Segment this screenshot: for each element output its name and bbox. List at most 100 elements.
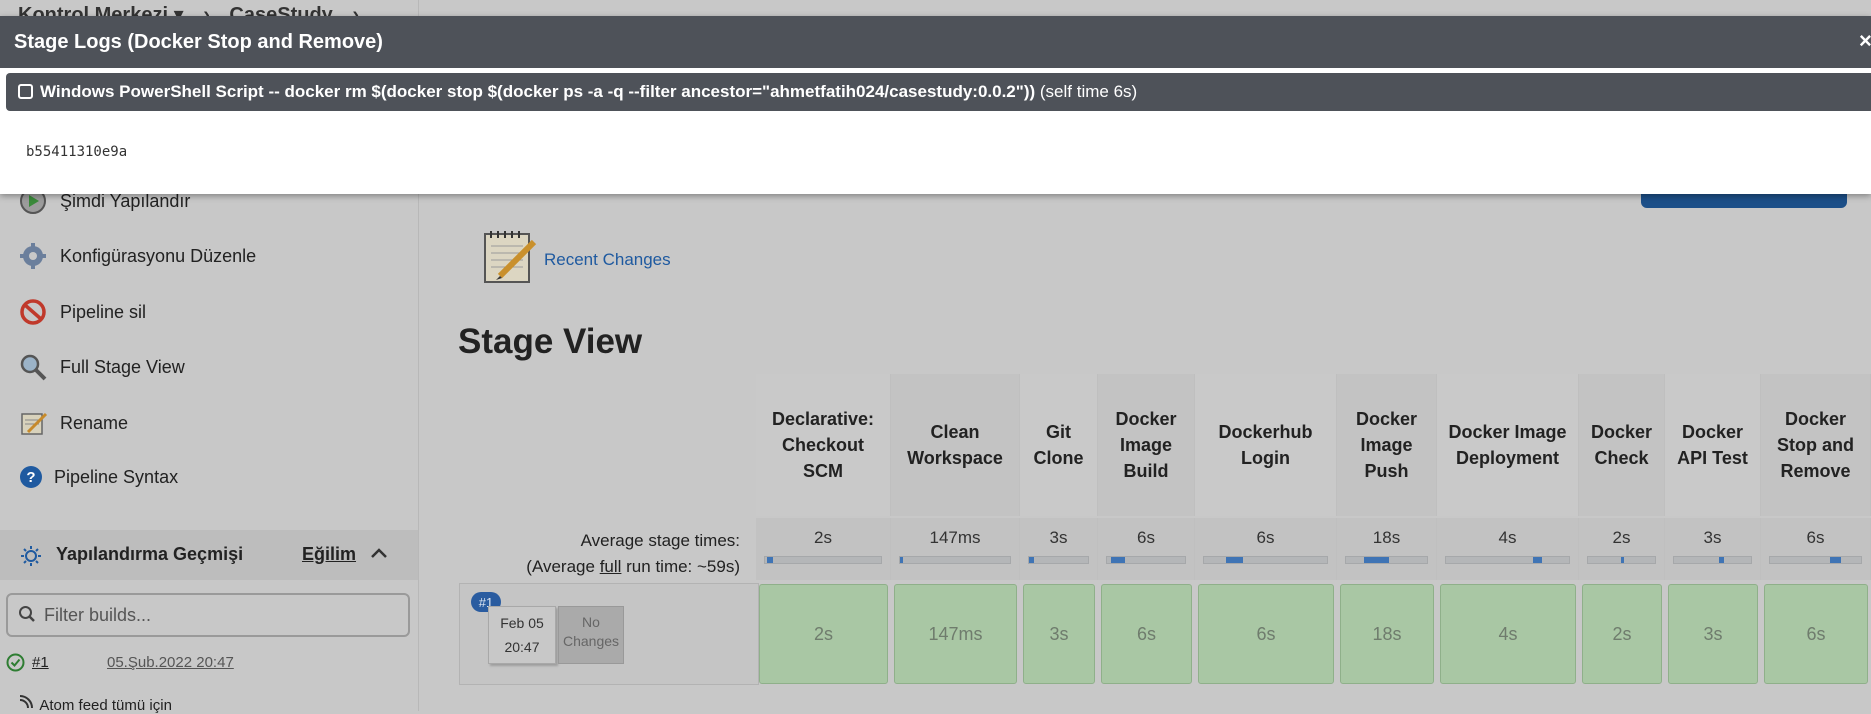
close-icon[interactable]: × bbox=[1859, 28, 1871, 54]
stage-progress-bar bbox=[1587, 556, 1656, 564]
stage-header: Docker Check bbox=[1579, 374, 1665, 516]
modal-title: Stage Logs (Docker Stop and Remove) bbox=[14, 31, 383, 53]
chevron-up-icon[interactable] bbox=[370, 546, 388, 565]
stage-name: Clean Workspace bbox=[907, 422, 1003, 468]
sun-icon bbox=[20, 545, 42, 572]
stage-average: 3s bbox=[1020, 518, 1098, 580]
stage-result-cell[interactable]: 6s bbox=[1764, 584, 1868, 684]
recent-changes[interactable]: Recent Changes bbox=[482, 228, 671, 291]
stage-average: 3s bbox=[1665, 518, 1761, 580]
stage-average-time: 3s bbox=[1703, 528, 1722, 547]
stage-progress-bar bbox=[1445, 556, 1570, 564]
svg-text:?: ? bbox=[26, 469, 35, 486]
sidebar-item-delete-pipeline[interactable]: Pipeline sil bbox=[18, 297, 146, 327]
full-run-link[interactable]: full bbox=[600, 557, 622, 576]
stage-result-cell[interactable]: 3s bbox=[1668, 584, 1758, 684]
filter-placeholder: Filter builds... bbox=[44, 605, 152, 625]
run-date[interactable]: Feb 05 20:47 bbox=[488, 606, 556, 664]
stage-average-time: 6s bbox=[1137, 528, 1155, 547]
stage-progress-bar bbox=[1345, 556, 1428, 564]
stage-name: Declarative: Checkout SCM bbox=[771, 409, 875, 481]
log-step-label: Windows PowerShell Script -- docker rm $… bbox=[40, 82, 1036, 101]
sidebar-item-label: Konfigürasyonu Düzenle bbox=[60, 245, 257, 266]
stage-progress-fill bbox=[1226, 557, 1243, 563]
stage-progress-fill bbox=[1621, 557, 1624, 563]
notepad-icon bbox=[482, 228, 538, 291]
stage-average: 147ms bbox=[891, 518, 1020, 580]
stage-result-time: 4s bbox=[1498, 623, 1518, 644]
sidebar-item-label: Pipeline sil bbox=[60, 301, 147, 322]
run-date-day: Feb 05 bbox=[500, 615, 544, 631]
average-stage-times: Average stage times: bbox=[580, 531, 740, 550]
stage-average: 18s bbox=[1337, 518, 1437, 580]
stage-result-cell[interactable]: 18s bbox=[1340, 584, 1434, 684]
stage-result-time: 6s bbox=[1136, 623, 1156, 644]
stage-result-cell[interactable]: 2s bbox=[759, 584, 888, 684]
jenkins-page: Kontrol Merkezi ▾ › CaseStudy › Şimdi Ya… bbox=[0, 0, 1871, 714]
sidebar-item-rename[interactable]: Rename bbox=[18, 408, 128, 438]
average-times-label: Average stage times: (Average full run t… bbox=[470, 528, 740, 580]
filter-builds-input[interactable]: Filter builds... bbox=[6, 593, 410, 637]
stage-result-time: 2s bbox=[1612, 623, 1632, 644]
stage-progress-fill bbox=[1719, 557, 1724, 563]
stage-name: Docker Stop and Remove bbox=[1777, 409, 1854, 481]
stage-header: Docker Image Push bbox=[1337, 374, 1437, 516]
success-check-icon bbox=[6, 653, 25, 676]
stage-progress-fill bbox=[1029, 557, 1034, 563]
rss-icon bbox=[18, 694, 36, 714]
recent-changes-link[interactable]: Recent Changes bbox=[544, 250, 671, 270]
gear-icon bbox=[18, 241, 48, 271]
stage-progress-fill bbox=[900, 557, 903, 563]
stage-average-time: 2s bbox=[1612, 528, 1631, 547]
stage-header: Docker Image Deployment bbox=[1437, 374, 1579, 516]
stage-progress-fill bbox=[1111, 557, 1125, 563]
stage-result-time: 147ms bbox=[928, 623, 983, 644]
atom-feed-label: Atom feed tümü için bbox=[39, 697, 172, 714]
stage-result-time: 3s bbox=[1049, 623, 1069, 644]
sidebar-item-label: Full Stage View bbox=[60, 356, 185, 377]
stage-average: 6s bbox=[1098, 518, 1195, 580]
stage-average: 2s bbox=[756, 518, 891, 580]
stage-average: 2s bbox=[1579, 518, 1665, 580]
stage-header: Dockerhub Login bbox=[1195, 374, 1337, 516]
stage-header: Docker Image Build bbox=[1098, 374, 1195, 516]
sidebar-item-configure[interactable]: Konfigürasyonu Düzenle bbox=[18, 241, 256, 271]
stage-result-cell[interactable]: 4s bbox=[1440, 584, 1576, 684]
stage-name: Docker Image Push bbox=[1355, 409, 1418, 481]
stage-result-cell[interactable]: 3s bbox=[1023, 584, 1095, 684]
log-step-bar[interactable]: Windows PowerShell Script -- docker rm $… bbox=[6, 73, 1871, 111]
notepad-icon bbox=[18, 408, 48, 438]
stage-progress-fill bbox=[1830, 557, 1841, 563]
stage-progress-bar bbox=[1769, 556, 1862, 564]
average-run-time: (Average full run time: ~59s) bbox=[526, 557, 740, 576]
stage-header: Clean Workspace bbox=[891, 374, 1020, 516]
stage-result-cell[interactable]: 147ms bbox=[894, 584, 1017, 684]
stage-result-time: 6s bbox=[1256, 623, 1276, 644]
trend-link[interactable]: Eğilim bbox=[302, 544, 356, 565]
sidebar-item-label: Rename bbox=[60, 412, 129, 433]
stage-name: Docker API Test bbox=[1677, 422, 1748, 468]
stage-result-cell[interactable]: 6s bbox=[1101, 584, 1192, 684]
stage-header: Declarative: Checkout SCM bbox=[756, 374, 891, 516]
build-number-link[interactable]: #1 bbox=[32, 654, 49, 671]
stage-progress-bar bbox=[1673, 556, 1752, 564]
stage-progress-bar bbox=[764, 556, 882, 564]
atom-feed-link[interactable]: Atom feed tümü için bbox=[18, 694, 172, 714]
stage-name: Docker Image Build bbox=[1115, 409, 1177, 481]
stage-result-cell[interactable]: 6s bbox=[1198, 584, 1334, 684]
stage-average-time: 18s bbox=[1372, 528, 1401, 547]
build-row[interactable]: #1 05.Şub.2022 20:47 bbox=[6, 652, 406, 676]
help-icon: ? bbox=[18, 462, 44, 492]
sidebar-item-pipeline-syntax[interactable]: ? Pipeline Syntax bbox=[18, 462, 178, 492]
stage-result-cell[interactable]: 2s bbox=[1582, 584, 1662, 684]
stage-result-time: 6s bbox=[1806, 623, 1826, 644]
build-history-header: Yapılandırma Geçmişi Eğilim bbox=[0, 530, 418, 580]
sidebar-item-full-stage-view[interactable]: Full Stage View bbox=[18, 352, 185, 382]
stage-logs-modal: Stage Logs (Docker Stop and Remove) × Wi… bbox=[0, 16, 1871, 194]
collapse-icon[interactable] bbox=[18, 84, 33, 99]
log-step-time: (self time 6s) bbox=[1039, 82, 1138, 101]
build-date-link[interactable]: 05.Şub.2022 20:47 bbox=[107, 654, 234, 671]
stage-progress-fill bbox=[1364, 557, 1389, 563]
run-date-time: 20:47 bbox=[504, 639, 540, 655]
build-history-title: Yapılandırma Geçmişi bbox=[56, 544, 244, 564]
